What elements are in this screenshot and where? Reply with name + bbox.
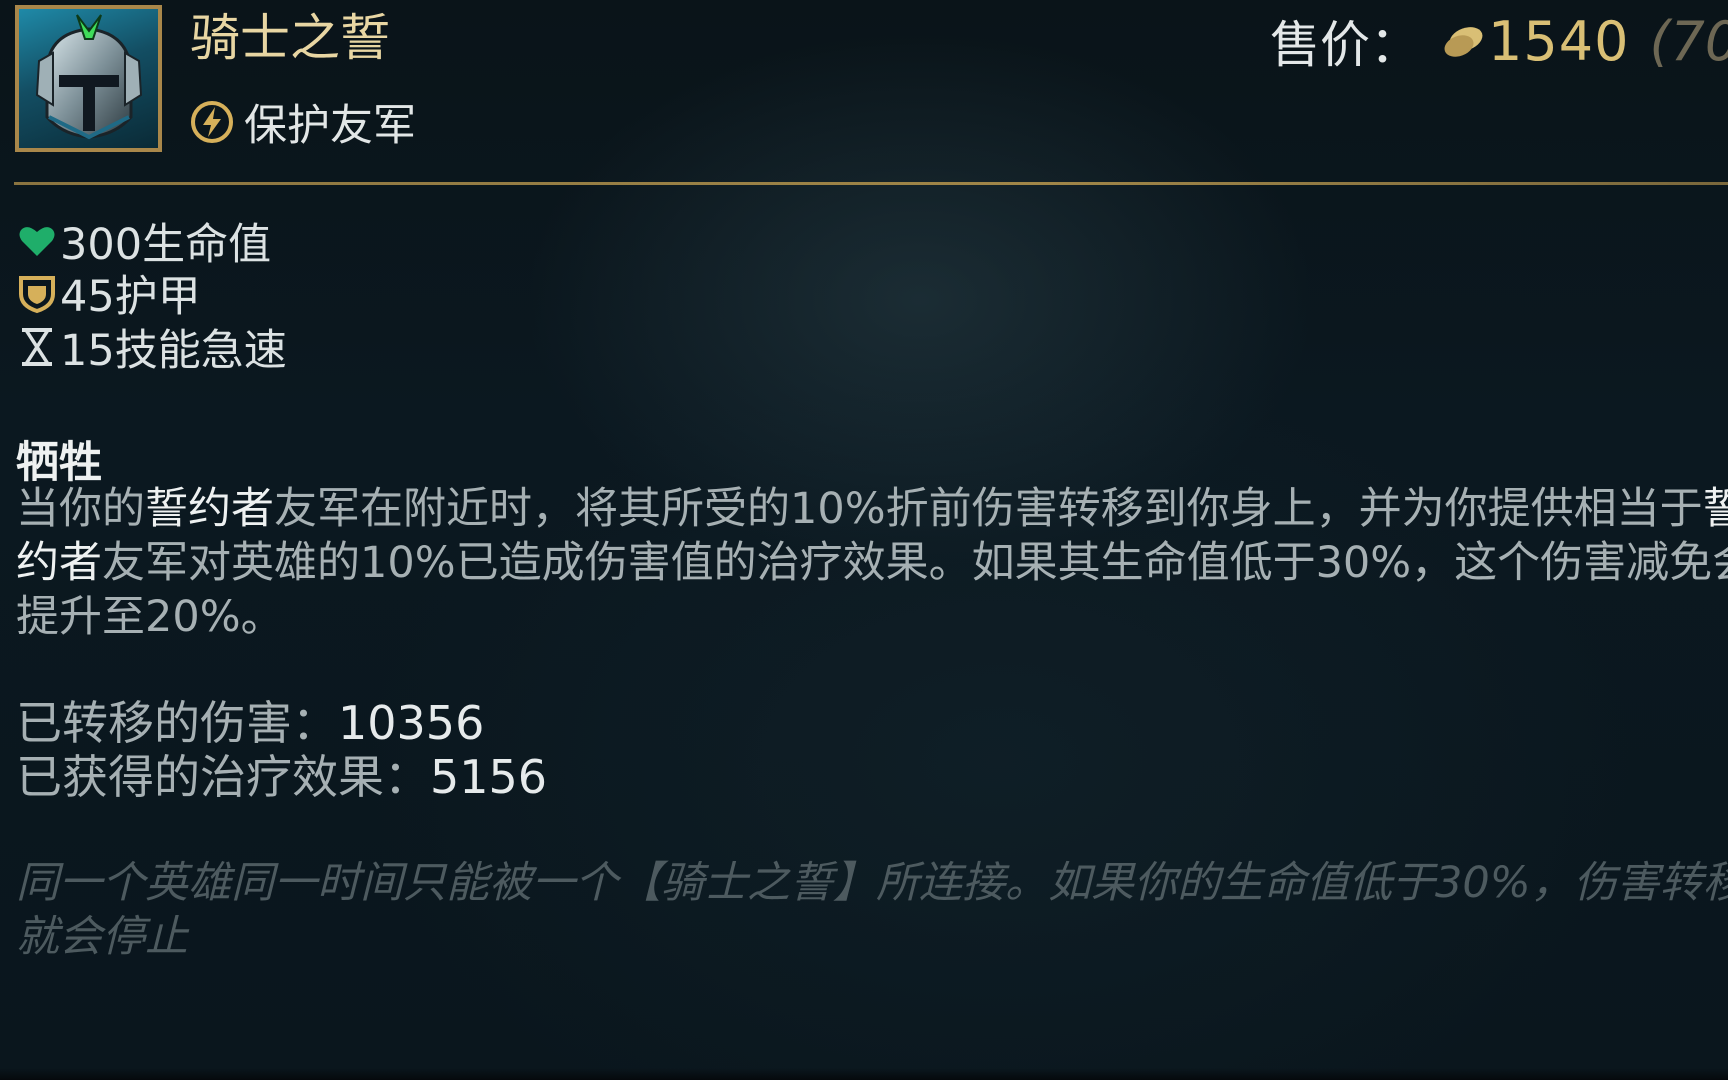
shield-icon: [19, 276, 55, 314]
damage-transferred-row: 已转移的伤害：10356: [16, 696, 547, 750]
desc-text: 友军对英雄的10%已造成伤害值的治疗效果。如果其生命值低于30%，这个伤害减免会…: [16, 538, 1728, 642]
stat-ability-haste: 15技能急速: [16, 320, 287, 376]
item-tag-label: 保护友军: [244, 101, 416, 151]
sell-percent: (70%: [1649, 9, 1728, 73]
heart-icon: [19, 227, 55, 256]
desc-text: 当你的: [16, 484, 145, 534]
stat-armor-text: 45护甲: [60, 272, 201, 322]
knight-helmet-icon: [15, 5, 162, 152]
lightning-circle-icon: [191, 101, 233, 143]
passive-name: 牺牲: [16, 438, 102, 488]
hourglass-icon: [22, 328, 52, 366]
bottom-edge: [0, 1068, 1728, 1080]
stat-health: 300生命值: [16, 214, 271, 270]
price-value: 1540: [1488, 9, 1630, 73]
gold-coin-icon: [1444, 27, 1483, 57]
healing-gained-value: 5156: [430, 750, 548, 804]
title-divider: [14, 182, 1728, 185]
stat-ability-haste-text: 15技能急速: [60, 326, 287, 376]
damage-transferred-label: 已转移的伤害：: [16, 696, 338, 750]
passive-description: 当你的誓约者友军在附近时，将其所受的10%折前伤害转移到你身上，并为你提供相当于…: [16, 482, 1728, 644]
stat-counters: 已转移的伤害：10356 已获得的治疗效果：5156: [16, 696, 547, 804]
item-note: 同一个英雄同一时间只能被一个【骑士之誓】所连接。如果你的生命值低于30%，伤害转…: [16, 858, 1728, 962]
item-tag: 保护友军: [188, 94, 416, 151]
desc-text: 友军在附近时，将其所受的10%折前伤害转移到你身上，并为你提供相当于: [274, 484, 1703, 534]
price-label: 售价：: [1270, 16, 1420, 74]
sell-price: 售价： 1540 (70%: [1270, 8, 1728, 75]
healing-gained-label: 已获得的治疗效果：: [16, 750, 430, 804]
desc-keyword: 誓约者: [145, 484, 274, 534]
healing-gained-row: 已获得的治疗效果：5156: [16, 750, 547, 804]
item-title: 骑士之誓: [190, 9, 390, 67]
stat-armor: 45护甲: [16, 266, 201, 322]
damage-transferred-value: 10356: [338, 696, 485, 750]
